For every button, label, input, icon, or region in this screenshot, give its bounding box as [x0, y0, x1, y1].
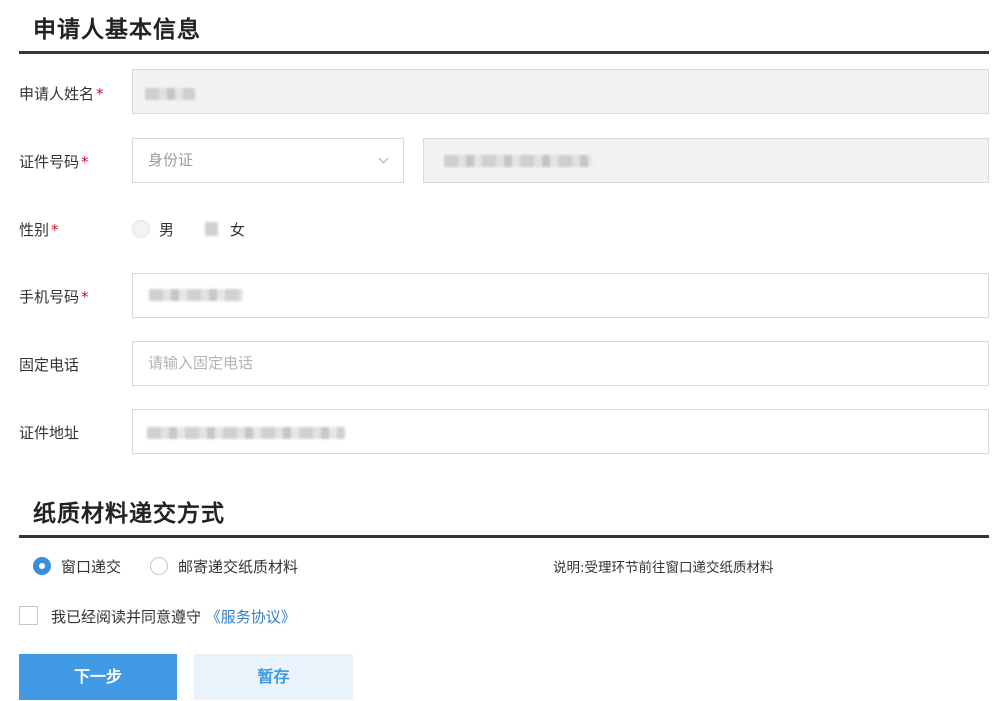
- gender-male-radio[interactable]: [132, 220, 150, 238]
- delivery-note: 说明:受理环节前往窗口递交纸质材料: [553, 560, 774, 576]
- delivery-mail-label[interactable]: 邮寄递交纸质材料: [178, 556, 298, 577]
- applicant-name-field[interactable]: [132, 69, 989, 114]
- applicant-name-label: 申请人姓名 *: [19, 83, 104, 104]
- id-number-field[interactable]: [423, 138, 989, 183]
- landline-label-text: 固定电话: [19, 356, 80, 374]
- redacted-radio: [205, 222, 218, 236]
- landline-placeholder: 请输入固定电话: [148, 354, 254, 372]
- delivery-mail-radio[interactable]: [150, 557, 168, 575]
- next-step-button[interactable]: 下一步: [19, 654, 177, 700]
- gender-label: 性别 *: [19, 219, 59, 240]
- chevron-down-icon: [378, 153, 389, 164]
- gender-label-text: 性别: [19, 221, 50, 239]
- address-label-text: 证件地址: [19, 424, 80, 442]
- agreement-text: 我已经阅读并同意遵守: [51, 608, 202, 626]
- applicant-section-rule: [19, 51, 989, 54]
- mobile-label-text: 手机号码: [19, 288, 80, 306]
- required-mark: *: [81, 153, 89, 171]
- gender-male-label[interactable]: 男: [159, 219, 174, 240]
- save-draft-button[interactable]: 暂存: [194, 654, 353, 700]
- address-field[interactable]: [132, 409, 989, 454]
- mobile-label: 手机号码 *: [19, 286, 89, 307]
- service-agreement-link[interactable]: 《服务协议》: [206, 608, 296, 626]
- applicant-name-label-text: 申请人姓名: [19, 85, 95, 103]
- gender-female-label[interactable]: 女: [230, 219, 245, 240]
- delivery-section-title: 纸质材料递交方式: [33, 501, 225, 527]
- required-mark: *: [81, 288, 89, 306]
- applicant-section-title: 申请人基本信息: [33, 17, 201, 43]
- delivery-window-radio[interactable]: [33, 557, 51, 575]
- agreement-text-row: 我已经阅读并同意遵守 《服务协议》: [51, 606, 296, 627]
- redacted-value: [444, 155, 592, 167]
- redacted-value: [147, 427, 345, 439]
- redacted-value: [149, 289, 243, 301]
- redacted-value: [145, 88, 195, 100]
- id-number-label-text: 证件号码: [19, 153, 80, 171]
- id-number-label: 证件号码 *: [19, 151, 89, 172]
- address-label: 证件地址: [19, 422, 79, 443]
- landline-label: 固定电话: [19, 354, 79, 375]
- id-type-selected-value: 身份证: [148, 151, 194, 169]
- required-mark: *: [96, 85, 104, 103]
- mobile-field[interactable]: [132, 273, 989, 318]
- landline-field[interactable]: 请输入固定电话: [132, 341, 989, 386]
- id-type-select[interactable]: 身份证: [132, 138, 404, 183]
- agreement-checkbox[interactable]: [19, 606, 38, 625]
- required-mark: *: [51, 221, 59, 239]
- delivery-window-label[interactable]: 窗口递交: [61, 556, 121, 577]
- delivery-section-rule: [19, 535, 989, 538]
